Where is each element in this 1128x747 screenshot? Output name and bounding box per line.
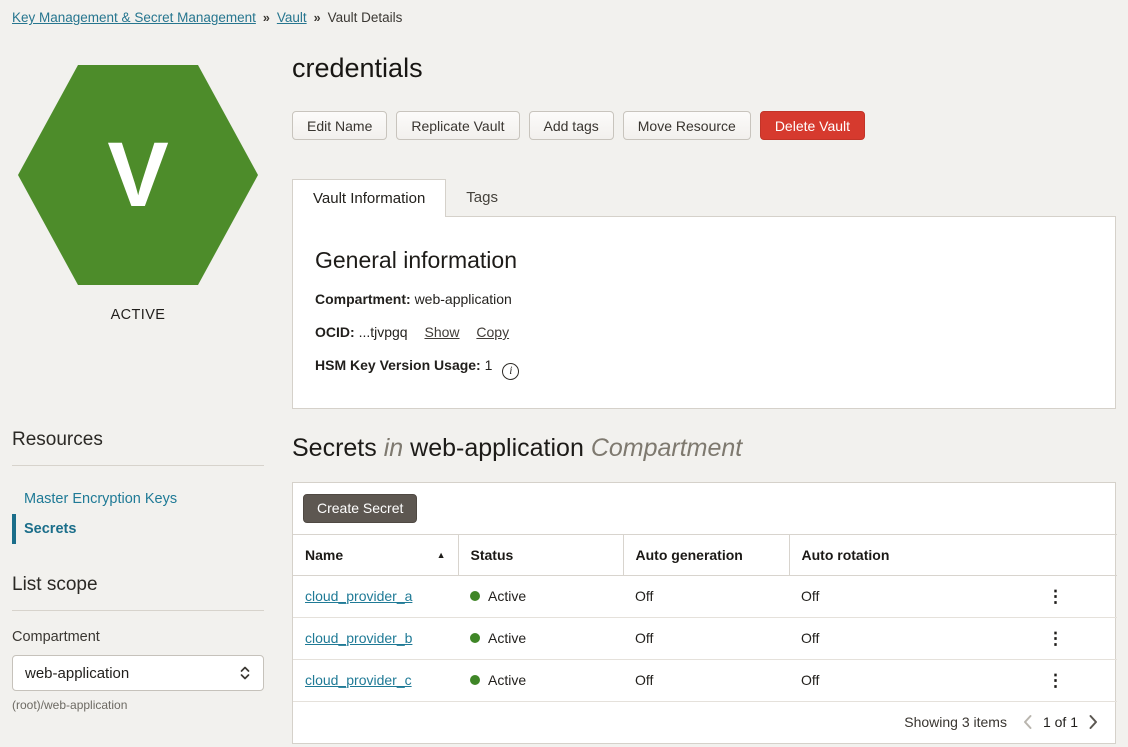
column-header-name-label: Name: [305, 547, 343, 563]
secret-link[interactable]: cloud_provider_c: [305, 672, 412, 688]
compartment-info-row: Compartment: web-application: [315, 291, 1093, 307]
kebab-menu-icon[interactable]: ⋮: [1047, 672, 1064, 689]
column-header-auto-rotation[interactable]: Auto rotation: [789, 534, 994, 575]
compartment-info-value: web-application: [415, 291, 512, 307]
column-header-auto-generation[interactable]: Auto generation: [623, 534, 789, 575]
table-footer: Showing 3 items 1 of 1: [293, 702, 1115, 743]
compartment-path-hint: (root)/web-application: [12, 698, 264, 712]
items-count-summary: Showing 3 items: [904, 714, 1007, 730]
list-scope-heading: List scope: [12, 574, 264, 611]
add-tags-button[interactable]: Add tags: [529, 111, 614, 140]
secrets-table: Name ▲ Status Auto generation Auto rotat…: [293, 534, 1117, 702]
status-text: Active: [488, 672, 526, 688]
hsm-info-row: HSM Key Version Usage: 1 i: [315, 357, 1093, 380]
secrets-heading-word: Secrets: [292, 434, 377, 462]
pagination: 1 of 1: [1022, 714, 1099, 730]
ocid-show-link[interactable]: Show: [424, 324, 459, 340]
auto-rotation-value: Off: [789, 659, 994, 701]
secrets-section-heading: Secrets in web-application Compartment: [292, 434, 1116, 463]
replicate-vault-button[interactable]: Replicate Vault: [396, 111, 519, 140]
status-dot-icon: [470, 675, 480, 685]
tab-vault-information[interactable]: Vault Information: [292, 179, 446, 217]
secrets-heading-compartment-word: Compartment: [591, 434, 742, 462]
status-dot-icon: [470, 633, 480, 643]
table-row: cloud_provider_b Active Off Off ⋮: [293, 617, 1117, 659]
sort-ascending-icon: ▲: [437, 550, 446, 560]
hsm-info-value: 1: [485, 357, 493, 373]
select-updown-chevron-icon: [239, 664, 251, 682]
ocid-info-value: ...tjvpgq: [359, 324, 408, 340]
secret-link[interactable]: cloud_provider_a: [305, 588, 412, 604]
status-text: Active: [488, 588, 526, 604]
create-secret-button[interactable]: Create Secret: [303, 494, 417, 523]
compartment-select-value: web-application: [25, 665, 129, 682]
tab-tags[interactable]: Tags: [446, 179, 518, 216]
main-content: credentials Edit Name Replicate Vault Ad…: [292, 0, 1116, 744]
general-information-heading: General information: [315, 247, 1093, 274]
vault-status-label: ACTIVE: [12, 307, 264, 323]
auto-generation-value: Off: [623, 575, 789, 617]
move-resource-button[interactable]: Move Resource: [623, 111, 751, 140]
action-buttons-row: Edit Name Replicate Vault Add tags Move …: [292, 111, 1116, 140]
secrets-table-header-row: Name ▲ Status Auto generation Auto rotat…: [293, 534, 1117, 575]
vault-hexagon-icon: V: [18, 65, 258, 285]
hsm-info-label: HSM Key Version Usage:: [315, 357, 481, 373]
sidebar-item-secrets[interactable]: Secrets: [12, 514, 264, 544]
kebab-menu-icon[interactable]: ⋮: [1047, 630, 1064, 647]
kebab-menu-icon[interactable]: ⋮: [1047, 588, 1064, 605]
vault-information-card: General information Compartment: web-app…: [292, 216, 1116, 409]
page-indicator: 1 of 1: [1043, 714, 1078, 730]
column-header-status[interactable]: Status: [458, 534, 623, 575]
info-icon[interactable]: i: [502, 363, 519, 380]
compartment-select[interactable]: web-application: [12, 655, 264, 691]
column-header-name[interactable]: Name ▲: [293, 534, 458, 575]
sidebar: V ACTIVE Resources Master Encryption Key…: [12, 65, 264, 712]
table-row: cloud_provider_a Active Off Off ⋮: [293, 575, 1117, 617]
compartment-info-label: Compartment:: [315, 291, 411, 307]
secrets-heading-in: in: [384, 434, 403, 462]
auto-rotation-value: Off: [789, 617, 994, 659]
previous-page-icon[interactable]: [1022, 714, 1033, 730]
edit-name-button[interactable]: Edit Name: [292, 111, 387, 140]
auto-generation-value: Off: [623, 659, 789, 701]
secret-link[interactable]: cloud_provider_b: [305, 630, 412, 646]
table-row: cloud_provider_c Active Off Off ⋮: [293, 659, 1117, 701]
delete-vault-button[interactable]: Delete Vault: [760, 111, 865, 140]
secrets-heading-compartment-name: web-application: [410, 434, 584, 462]
auto-rotation-value: Off: [789, 575, 994, 617]
breadcrumb-link-key-management[interactable]: Key Management & Secret Management: [12, 10, 256, 25]
secrets-card: Create Secret Name ▲ Status Auto generat…: [292, 482, 1116, 744]
page-title: credentials: [292, 53, 1116, 84]
auto-generation-value: Off: [623, 617, 789, 659]
resources-list: Master Encryption Keys Secrets: [12, 484, 264, 544]
resources-heading: Resources: [12, 429, 264, 466]
ocid-copy-link[interactable]: Copy: [476, 324, 509, 340]
secrets-toolbar: Create Secret: [293, 483, 1115, 534]
compartment-label: Compartment: [12, 629, 264, 645]
column-header-actions: [994, 534, 1117, 575]
tab-bar: Vault Information Tags: [292, 179, 1116, 216]
status-dot-icon: [470, 591, 480, 601]
breadcrumb-separator-icon: »: [263, 11, 270, 25]
next-page-icon[interactable]: [1088, 714, 1099, 730]
sidebar-item-master-encryption-keys[interactable]: Master Encryption Keys: [12, 484, 264, 514]
status-text: Active: [488, 630, 526, 646]
ocid-info-label: OCID:: [315, 324, 355, 340]
ocid-info-row: OCID: ...tjvpgq Show Copy: [315, 324, 1093, 340]
vault-hexagon-letter: V: [107, 129, 168, 221]
